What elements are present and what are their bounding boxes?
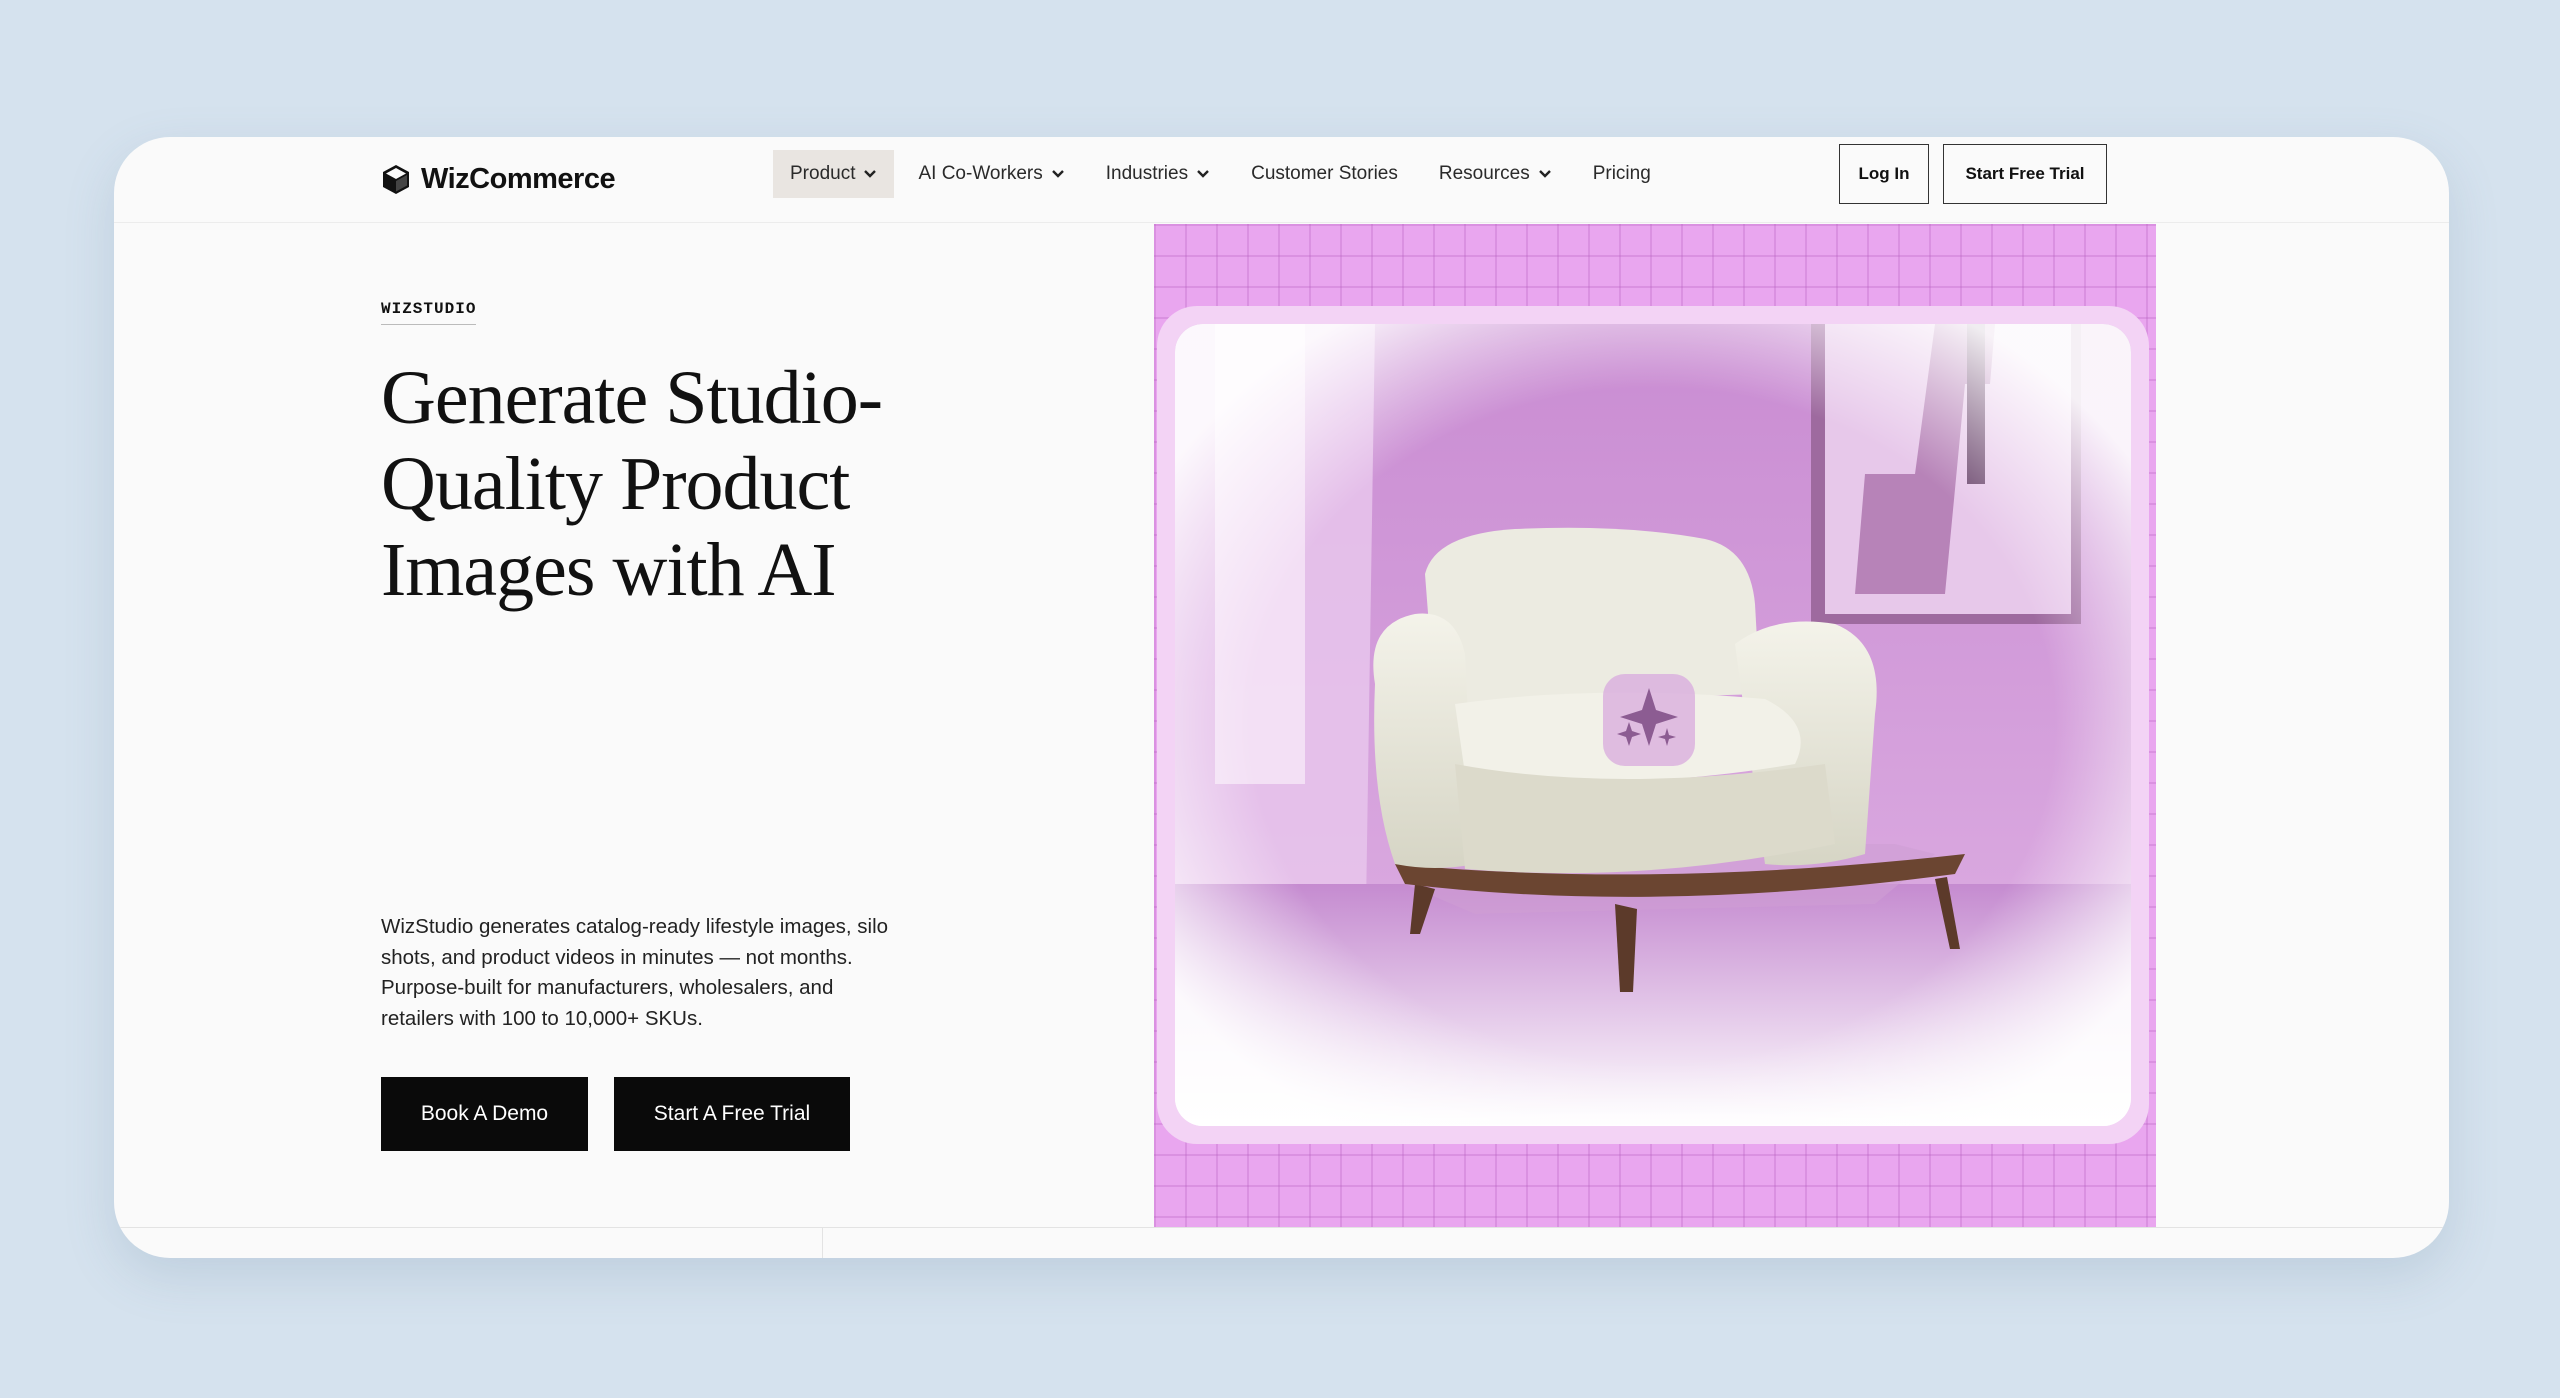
nav-item-pricing[interactable]: Pricing bbox=[1576, 150, 1668, 198]
nav-item-resources[interactable]: Resources bbox=[1422, 150, 1569, 198]
book-demo-button[interactable]: Book A Demo bbox=[381, 1077, 588, 1151]
nav-label: Industries bbox=[1105, 163, 1189, 184]
brand-logo[interactable]: WizCommerce bbox=[381, 159, 616, 199]
main-menu: Product AI Co-Workers Industries Custome… bbox=[773, 150, 1675, 198]
nav-label: Product bbox=[790, 163, 856, 184]
image-frame bbox=[1157, 306, 2149, 1144]
armchair-scene-image bbox=[1175, 324, 2131, 1126]
nav-item-ai-co-workers[interactable]: AI Co-Workers bbox=[901, 150, 1081, 198]
hero-eyebrow: WIZSTUDIO bbox=[381, 300, 477, 325]
nav-label: Resources bbox=[1438, 163, 1530, 184]
page-card: WizCommerce Product AI Co-Workers Indust… bbox=[114, 137, 2449, 1258]
chevron-down-icon bbox=[864, 170, 877, 178]
chevron-down-icon bbox=[1538, 170, 1551, 178]
top-navigation: WizCommerce Product AI Co-Workers Indust… bbox=[114, 137, 2449, 223]
nav-item-customer-stories[interactable]: Customer Stories bbox=[1234, 150, 1415, 198]
nav-label: Pricing bbox=[1592, 163, 1651, 184]
start-free-trial-button[interactable]: Start Free Trial bbox=[1943, 144, 2107, 204]
section-divider-tick bbox=[822, 1227, 823, 1258]
chevron-down-icon bbox=[1051, 170, 1064, 178]
chevron-down-icon bbox=[1197, 170, 1209, 178]
nav-item-industries[interactable]: Industries bbox=[1089, 150, 1227, 198]
hero-description: WizStudio generates catalog-ready lifest… bbox=[381, 915, 889, 1030]
brand-name: WizCommerce bbox=[421, 162, 616, 195]
section-divider bbox=[114, 1227, 2449, 1228]
nav-label: Customer Stories bbox=[1251, 163, 1398, 184]
hero-visual bbox=[1154, 224, 2156, 1227]
nav-item-product[interactable]: Product bbox=[773, 150, 895, 198]
hero-headline: Generate Studio-Quality Product Images w… bbox=[381, 356, 883, 612]
start-trial-button[interactable]: Start A Free Trial bbox=[614, 1077, 850, 1151]
login-button[interactable]: Log In bbox=[1839, 144, 1929, 204]
nav-label: AI Co-Workers bbox=[918, 163, 1043, 184]
product-photo bbox=[1175, 324, 2131, 1126]
cube-logo-icon bbox=[383, 165, 409, 194]
